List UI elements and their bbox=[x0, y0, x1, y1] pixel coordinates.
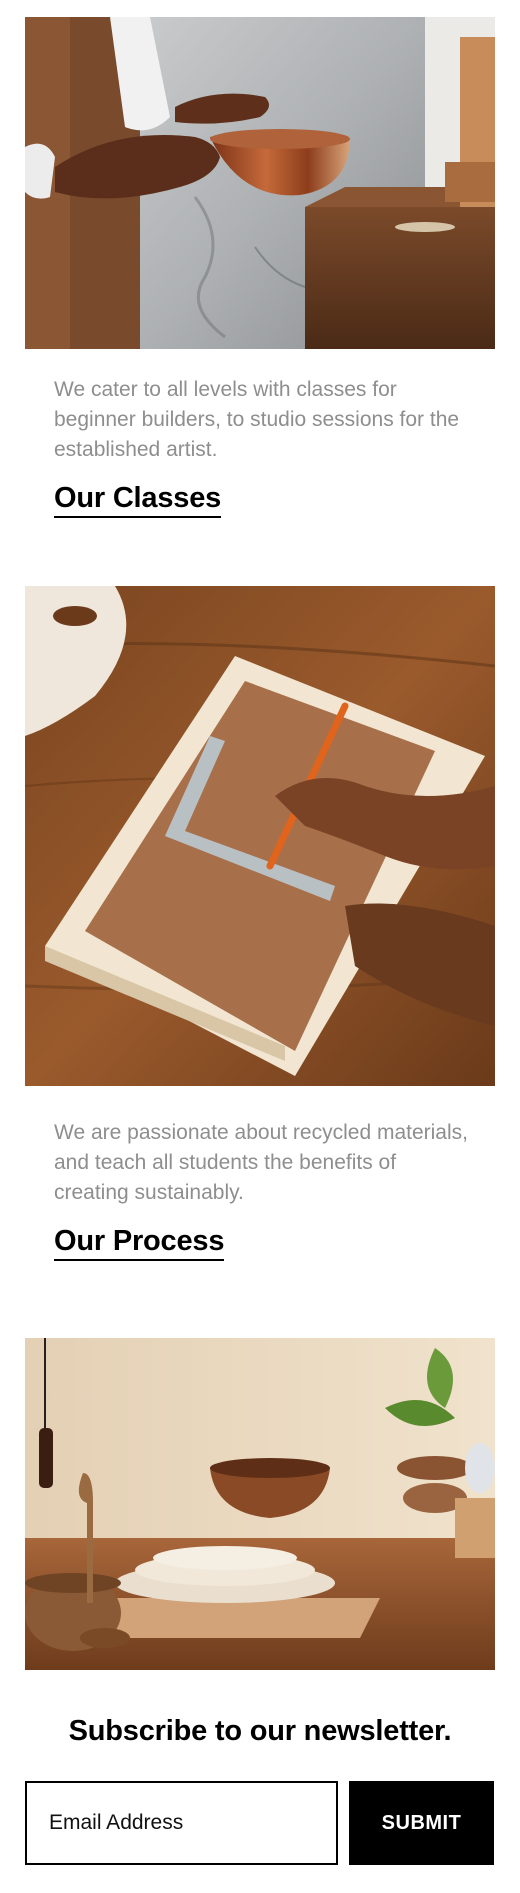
wooden-bowl-held-image bbox=[25, 17, 495, 349]
email-address-input[interactable] bbox=[25, 1781, 338, 1865]
studio-photo bbox=[25, 1338, 495, 1670]
submit-button[interactable]: SUBMIT bbox=[349, 1781, 494, 1865]
newsletter-title: Subscribe to our newsletter. bbox=[68, 1715, 452, 1747]
drawing-template-image bbox=[25, 586, 495, 1086]
process-description: We are passionate about recycled materia… bbox=[54, 1121, 468, 1204]
classes-description: We cater to all levels with classes for … bbox=[54, 378, 460, 461]
our-classes-link[interactable]: Our Classes bbox=[54, 481, 221, 518]
process-photo bbox=[25, 586, 495, 1086]
our-process-link[interactable]: Our Process bbox=[54, 1224, 224, 1261]
wooden-bowls-table-image bbox=[25, 1338, 495, 1670]
classes-photo bbox=[25, 17, 495, 349]
